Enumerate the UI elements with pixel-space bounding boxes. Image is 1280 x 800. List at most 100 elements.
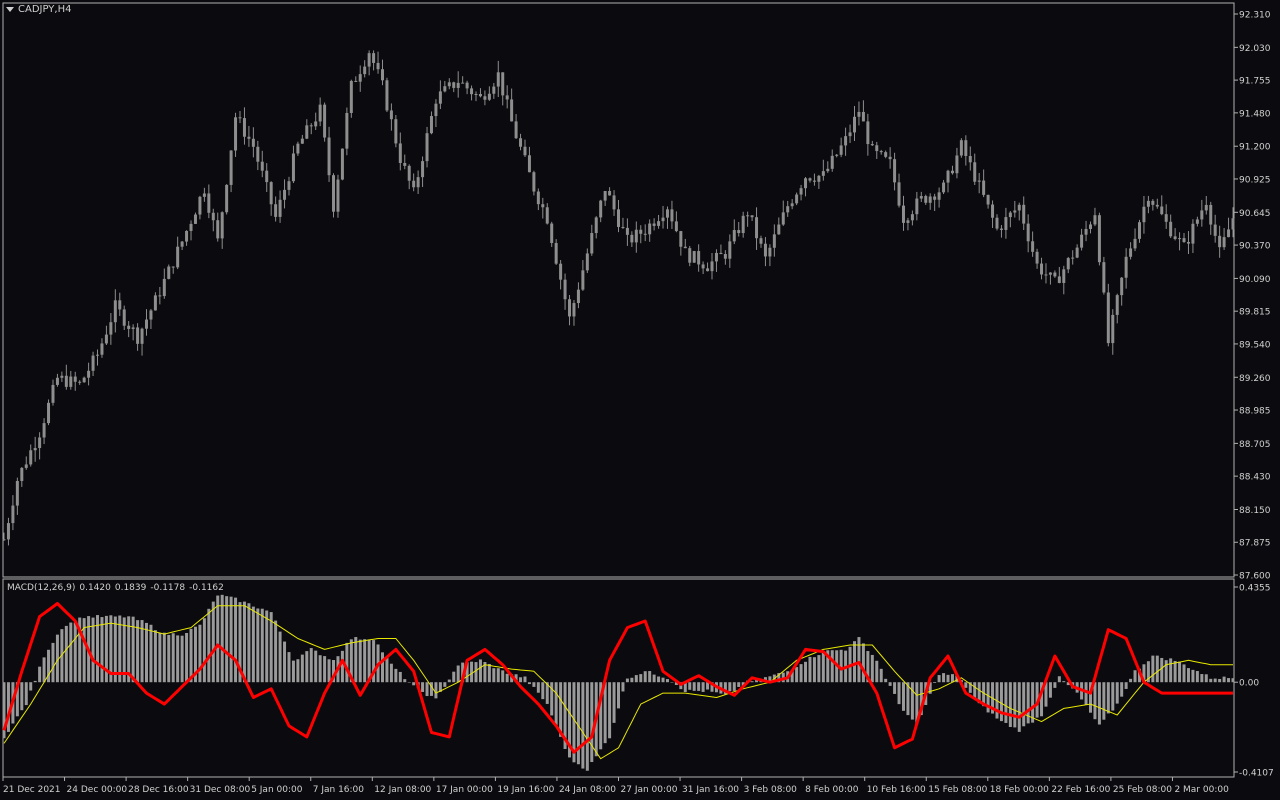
candle-body — [559, 263, 563, 280]
macd-histogram-bar — [728, 682, 732, 692]
macd-histogram-bar — [211, 601, 215, 683]
macd-histogram-bar — [73, 622, 77, 683]
candle-body — [149, 310, 153, 320]
macd-histogram-bar — [434, 682, 438, 699]
candle-body — [478, 94, 482, 97]
macd-histogram-bar — [554, 682, 558, 725]
macd-histogram-bar — [283, 641, 287, 683]
candle-body — [781, 212, 785, 225]
candle-body — [888, 156, 892, 160]
candle-body — [1155, 204, 1159, 207]
candle-body — [1124, 256, 1128, 278]
candle-body — [42, 423, 46, 438]
macd-histogram-bar — [487, 663, 491, 683]
candle-body — [11, 505, 15, 524]
candle-body — [942, 182, 946, 193]
candle-body — [153, 295, 157, 311]
candle-body — [265, 170, 269, 183]
candle-body — [594, 217, 598, 234]
candle-body — [706, 268, 710, 272]
candle-body — [563, 279, 567, 300]
macd-histogram-bar — [812, 657, 816, 683]
macd-histogram-bar — [1093, 682, 1097, 720]
candle-body — [630, 234, 634, 243]
candle-body — [483, 96, 487, 100]
price-tick-label: 88.150 — [1239, 506, 1271, 516]
candle-body — [772, 234, 776, 248]
candle-body — [510, 99, 514, 122]
macd-tick-label: -0.4107 — [1239, 769, 1274, 779]
time-tick-label: 8 Feb 00:00 — [805, 785, 859, 795]
macd-value: -0.1162 — [189, 583, 224, 593]
candle-body — [612, 195, 616, 210]
candle-body — [207, 193, 211, 213]
candle-body — [910, 214, 914, 221]
macd-histogram-bar — [1231, 678, 1235, 683]
candle-body — [870, 144, 874, 146]
candle-body — [113, 300, 117, 323]
candle-body — [180, 241, 184, 247]
candle-body — [167, 266, 171, 279]
macd-histogram-bar — [229, 596, 233, 683]
macd-histogram-bar — [1213, 678, 1217, 683]
macd-histogram-bar — [1182, 664, 1186, 683]
candle-body — [487, 93, 491, 100]
time-tick-label: 3 Feb 08:00 — [744, 785, 798, 795]
candle-body — [839, 145, 843, 155]
macd-histogram-bar — [973, 682, 977, 698]
candle-body — [652, 223, 656, 226]
candle-body — [617, 209, 620, 227]
candle-body — [514, 121, 518, 139]
candle-body — [1040, 263, 1044, 275]
candle-body — [291, 153, 295, 182]
candle-body — [193, 214, 197, 224]
candle-body — [572, 303, 576, 317]
candle-body — [1129, 248, 1133, 257]
candle-body — [296, 143, 300, 154]
candle-body — [714, 252, 718, 262]
candle-body — [1080, 234, 1084, 248]
macd-histogram-bar — [474, 662, 478, 683]
macd-histogram-bar — [452, 671, 456, 683]
macd-histogram-bar — [1195, 671, 1199, 683]
candle-body — [202, 193, 206, 197]
price-panel-frame — [2, 2, 1235, 578]
candle-body — [599, 200, 603, 218]
candle-body — [755, 217, 759, 239]
candle-body — [29, 450, 33, 465]
macd-histogram-bar — [1057, 676, 1061, 683]
macd-histogram-bar — [189, 628, 193, 683]
macd-histogram-bar — [1048, 682, 1052, 698]
macd-histogram-bar — [318, 655, 322, 683]
macd-histogram-bar — [634, 675, 638, 683]
candle-body — [1178, 238, 1182, 240]
candle-body — [1222, 237, 1226, 248]
candle-body — [100, 343, 104, 355]
chart-canvas[interactable]: 92.310 92.030 91.755 91.480 91.200 90.925 90.6… — [0, 0, 1280, 800]
candle-body — [474, 94, 478, 96]
candle-body — [33, 448, 37, 451]
macd-histogram-bar — [447, 679, 451, 683]
macd-histogram-bar — [354, 637, 358, 683]
candle-body — [171, 266, 175, 268]
macd-histogram-bar — [29, 682, 33, 691]
macd-histogram-bar — [492, 668, 496, 683]
macd-histogram-bar — [1097, 682, 1101, 725]
candle-body — [256, 146, 260, 162]
macd-histogram-bar — [603, 682, 607, 744]
candle-body — [372, 53, 376, 63]
candle-body — [340, 148, 344, 180]
chevron-down-icon[interactable] — [6, 7, 14, 12]
candle-body — [661, 217, 665, 222]
candle-body — [354, 80, 358, 82]
candle-body — [238, 117, 242, 119]
candle-body — [1115, 295, 1119, 315]
price-tick-label: 88.430 — [1239, 473, 1271, 483]
candle-body — [1146, 200, 1150, 207]
macd-histogram-bar — [1218, 678, 1222, 683]
macd-histogram-bar — [884, 678, 888, 683]
candle-body — [1191, 223, 1195, 244]
macd-histogram-bar — [340, 650, 344, 683]
candle-body — [1133, 238, 1137, 249]
candle-body — [358, 74, 362, 82]
